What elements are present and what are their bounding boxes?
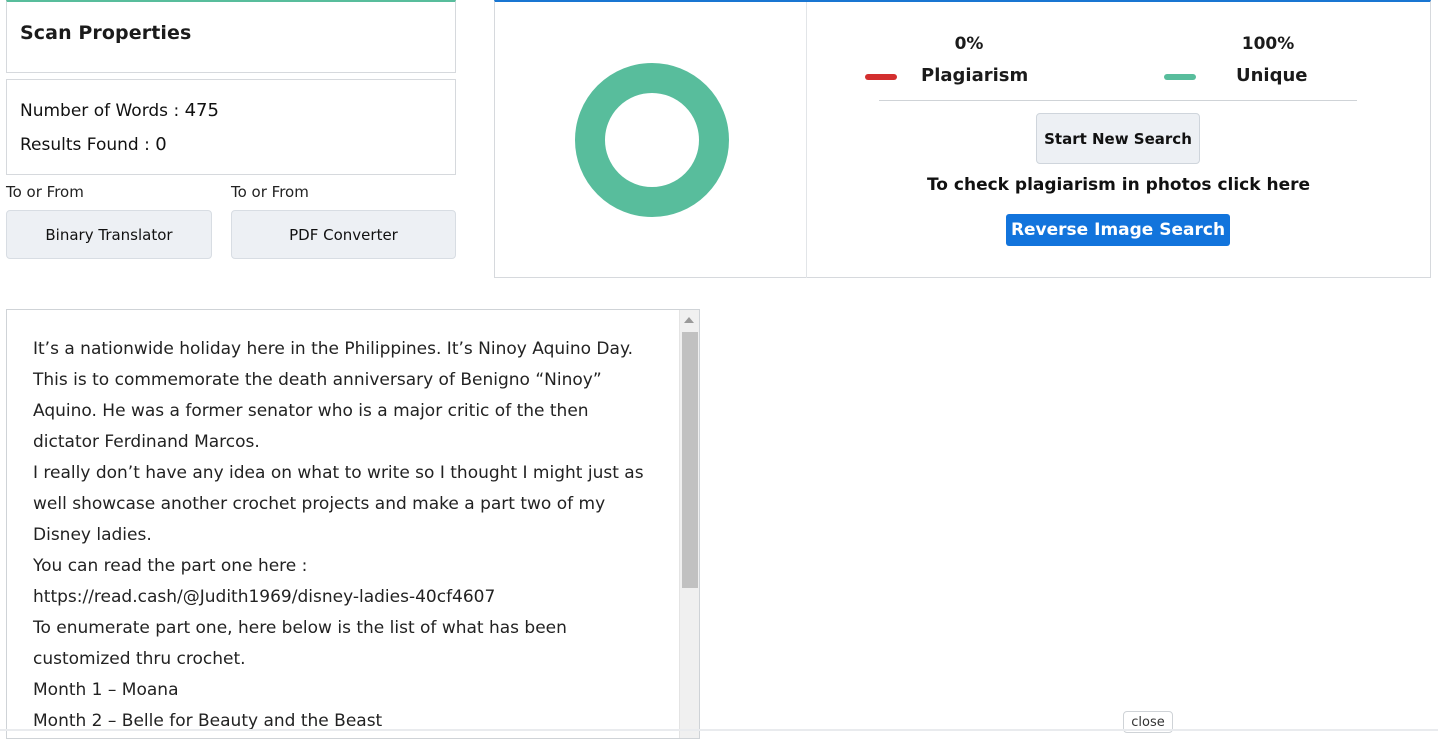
plagiarism-percent: 0% [954, 34, 984, 54]
results-found-value: 0 [155, 134, 167, 155]
scan-properties-title: Scan Properties [20, 22, 192, 44]
word-count-label: Number of Words : [20, 101, 185, 121]
text-line: To enumerate part one, here below is the… [33, 618, 567, 638]
pdf-converter-button[interactable]: PDF Converter [231, 210, 456, 259]
results-panel: 0% 100% Plagiarism Unique Start New Sear… [494, 0, 1431, 278]
photo-plagiarism-prompt: To check plagiarism in photos click here [926, 175, 1311, 195]
text-line: I really don’t have any idea on what to … [33, 463, 644, 483]
text-line: Disney ladies. [33, 525, 152, 545]
unique-percent: 100% [1241, 34, 1295, 54]
scroll-up-arrow-icon[interactable] [684, 317, 694, 323]
text-line: You can read the part one here : [33, 556, 308, 576]
word-count-value: 475 [184, 100, 219, 121]
binary-translator-button[interactable]: Binary Translator [6, 210, 212, 259]
text-line: dictator Ferdinand Marcos. [33, 432, 260, 452]
results-found-label: Results Found : [20, 135, 156, 155]
donut-unique-slice [575, 63, 729, 217]
results-divider [806, 2, 807, 278]
word-count: Number of Words : 475 [20, 94, 455, 128]
scanned-text-area[interactable]: It’s a nationwide holiday here in the Ph… [6, 309, 700, 739]
text-line: It’s a nationwide holiday here in the Ph… [33, 339, 633, 359]
binary-translator-caption: To or From [6, 183, 84, 201]
scanned-text-content: It’s a nationwide holiday here in the Ph… [33, 334, 673, 737]
scan-stats: Number of Words : 475 Results Found : 0 [6, 79, 456, 175]
plagiarism-donut-chart [575, 63, 729, 217]
plagiarism-legend-swatch [865, 74, 897, 80]
pdf-converter-caption: To or From [231, 183, 309, 201]
text-line: https://read.cash/@Judith1969/disney-lad… [33, 587, 496, 607]
text-line: Aquino. He was a former senator who is a… [33, 401, 589, 421]
text-line: Month 2 – Belle for Beauty and the Beast [33, 711, 383, 731]
text-line: Month 1 – Moana [33, 680, 179, 700]
unique-legend-label: Unique [1236, 65, 1308, 86]
reverse-image-search-button[interactable]: Reverse Image Search [1006, 214, 1230, 246]
plagiarism-legend-label: Plagiarism [921, 65, 1029, 86]
text-scrollbar[interactable] [679, 310, 699, 738]
scan-properties-header: Scan Properties [6, 0, 456, 73]
legend-divider [879, 100, 1357, 101]
text-line: This is to commemorate the death anniver… [33, 370, 602, 390]
text-line: well showcase another crochet projects a… [33, 494, 606, 514]
start-new-search-button[interactable]: Start New Search [1036, 113, 1200, 164]
unique-legend-swatch [1164, 74, 1196, 80]
scrollbar-thumb[interactable] [682, 332, 698, 588]
text-line: customized thru crochet. [33, 649, 246, 669]
results-found: Results Found : 0 [20, 128, 455, 162]
